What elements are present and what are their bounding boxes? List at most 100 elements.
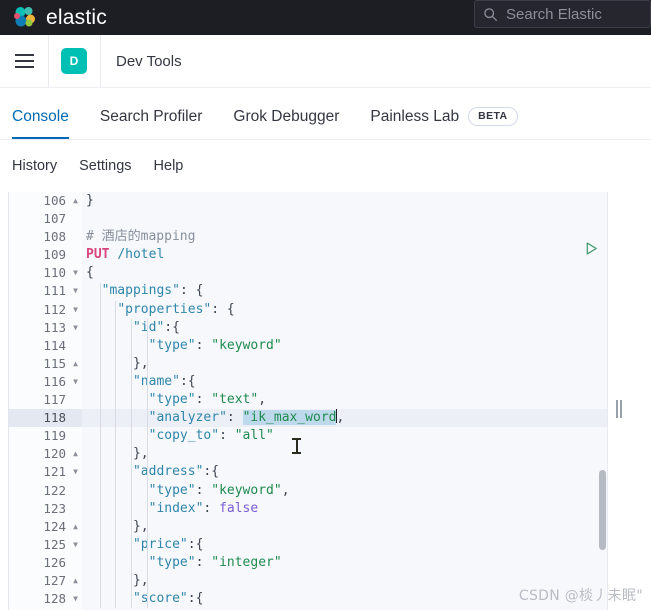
resize-bar xyxy=(619,400,622,418)
editor-line[interactable]: "type": "text", xyxy=(82,391,628,409)
editor-line[interactable]: }, xyxy=(82,445,628,463)
gutter-line-number[interactable]: 124 ▲ xyxy=(9,518,82,536)
gutter-line-number[interactable]: 113 ▼ xyxy=(9,319,82,337)
gutter-line-number[interactable]: 120 ▲ xyxy=(9,445,82,463)
fold-up-icon[interactable]: ▲ xyxy=(73,518,78,536)
hamburger-bar xyxy=(14,66,34,68)
tab-label: Console xyxy=(12,108,69,125)
divider xyxy=(100,35,101,87)
gutter-line-number[interactable]: 128 ▼ xyxy=(9,590,82,608)
gutter-line-number[interactable]: 123 xyxy=(9,500,82,518)
gutter-line-number[interactable]: 118 xyxy=(9,409,82,428)
indent-guide xyxy=(130,318,132,609)
app-bar: D Dev Tools xyxy=(0,35,651,88)
tab-console[interactable]: Console xyxy=(12,108,69,139)
pane-resize-handle[interactable] xyxy=(613,398,624,420)
fold-up-icon[interactable]: ▲ xyxy=(73,355,78,373)
tab-label: Search Profiler xyxy=(99,108,203,125)
fold-down-icon[interactable]: ▼ xyxy=(73,319,78,337)
beta-badge: BETA xyxy=(468,107,518,126)
indent-guide xyxy=(99,282,101,609)
global-header: elastic Search Elastic xyxy=(0,0,651,35)
fold-down-icon[interactable]: ▼ xyxy=(73,264,78,282)
gutter-line-number[interactable]: 108 xyxy=(9,228,82,246)
search-icon xyxy=(483,7,498,22)
editor-line[interactable]: # 酒店的mapping xyxy=(82,228,628,246)
editor-line[interactable]: "name":{ xyxy=(82,373,628,391)
divider xyxy=(48,35,49,87)
brand[interactable]: elastic xyxy=(12,5,107,30)
gutter-line-number[interactable]: 127 ▲ xyxy=(9,572,82,590)
gutter-line-number[interactable]: 116 ▼ xyxy=(9,373,82,391)
editor-line[interactable]: "type": "keyword", xyxy=(82,482,628,500)
gutter-line-number[interactable]: 112 ▼ xyxy=(9,301,82,319)
indent-guide xyxy=(146,318,148,609)
fold-down-icon[interactable]: ▼ xyxy=(73,282,78,300)
fold-down-icon[interactable]: ▼ xyxy=(73,536,78,554)
editor-line[interactable]: "properties": { xyxy=(82,301,628,319)
subnav-item-help[interactable]: Help xyxy=(154,158,184,174)
editor-line[interactable]: } xyxy=(82,192,628,210)
hamburger-bar xyxy=(14,60,34,62)
gutter-line-number[interactable]: 122 xyxy=(9,482,82,500)
editor-line[interactable]: "index": false xyxy=(82,500,628,518)
fold-down-icon[interactable]: ▼ xyxy=(73,373,78,391)
editor-line[interactable] xyxy=(82,210,628,228)
editor-gutter[interactable]: 106 ▲ 107 108 109 110 ▼ 111 ▼ 112 ▼ 113 ▼ 114 115 ▲ 116 ▼… xyxy=(9,192,82,610)
console-editor: 106 ▲ 107 108 109 110 ▼ 111 ▼ 112 ▼ 113 ▼ 114 115 ▲ 116 ▼… xyxy=(0,192,651,610)
vertical-scrollbar-thumb[interactable] xyxy=(599,470,606,550)
editor-line[interactable]: "copy_to": "all" xyxy=(82,427,628,445)
editor-code-area[interactable]: } # 酒店的mapping PUT /hotel{ "mappings": { "… xyxy=(82,192,628,610)
primary-tabs: Console Search Profiler Grok Debugger Pa… xyxy=(0,88,651,140)
brand-name: elastic xyxy=(46,5,107,29)
gutter-line-number[interactable]: 121 ▼ xyxy=(9,463,82,481)
editor-line[interactable]: "id":{ xyxy=(82,319,628,337)
gutter-line-number[interactable]: 111 ▼ xyxy=(9,282,82,300)
tab-grok-debugger[interactable]: Grok Debugger xyxy=(233,108,339,139)
elastic-logo-icon xyxy=(12,5,37,30)
gutter-line-number[interactable]: 107 xyxy=(9,210,82,228)
editor-line[interactable]: "type": "keyword" xyxy=(82,337,628,355)
breadcrumb[interactable]: Dev Tools xyxy=(116,53,182,70)
editor-line[interactable]: "mappings": { xyxy=(82,282,628,300)
gutter-line-number[interactable]: 114 xyxy=(9,337,82,355)
gutter-line-number[interactable]: 117 xyxy=(9,391,82,409)
editor-line[interactable]: }, xyxy=(82,355,628,373)
editor-line[interactable]: { xyxy=(82,264,628,282)
gutter-line-number[interactable]: 126 xyxy=(9,554,82,572)
hamburger-menu-icon[interactable] xyxy=(7,44,41,78)
editor-line[interactable]: "address":{ xyxy=(82,463,628,481)
tab-search-profiler[interactable]: Search Profiler xyxy=(100,108,203,139)
tab-label: Painless Lab xyxy=(370,108,460,125)
tab-painless-lab[interactable]: Painless Lab BETA xyxy=(370,107,518,139)
search-placeholder: Search Elastic xyxy=(506,5,602,23)
gutter-line-number[interactable]: 106 ▲ xyxy=(9,192,82,210)
gutter-line-number[interactable]: 110 ▼ xyxy=(9,264,82,282)
gutter-line-number[interactable]: 115 ▲ xyxy=(9,355,82,373)
fold-down-icon[interactable]: ▼ xyxy=(73,463,78,481)
editor-line[interactable]: "type": "integer" xyxy=(82,554,628,572)
hamburger-bar xyxy=(14,54,34,56)
fold-down-icon[interactable]: ▼ xyxy=(73,301,78,319)
subnav-item-history[interactable]: History xyxy=(12,158,57,174)
editor-line[interactable]: }, xyxy=(82,518,628,536)
resize-bar xyxy=(615,400,618,418)
fold-up-icon[interactable]: ▲ xyxy=(73,445,78,463)
subnav-item-settings[interactable]: Settings xyxy=(79,158,131,174)
global-search-box[interactable]: Search Elastic xyxy=(474,0,651,28)
editor-line[interactable]: PUT /hotel xyxy=(82,246,628,264)
gutter-line-number[interactable]: 119 xyxy=(9,427,82,445)
request-editor-pane[interactable]: 106 ▲ 107 108 109 110 ▼ 111 ▼ 112 ▼ 113 ▼ 114 115 ▲ 116 ▼… xyxy=(8,192,628,610)
gutter-line-number[interactable]: 109 xyxy=(9,246,82,264)
editor-line[interactable]: "price":{ xyxy=(82,536,628,554)
avatar[interactable]: D xyxy=(61,48,87,74)
tab-label: Grok Debugger xyxy=(233,108,340,125)
editor-line[interactable]: "analyzer": "ik_max_word, xyxy=(82,409,628,428)
gutter-line-number[interactable]: 125 ▼ xyxy=(9,536,82,554)
console-subnav: History Settings Help xyxy=(0,140,651,192)
fold-up-icon[interactable]: ▲ xyxy=(73,572,78,590)
indent-guide xyxy=(115,300,117,609)
watermark: CSDN @棪丿未眠" xyxy=(518,588,643,604)
fold-up-icon[interactable]: ▲ xyxy=(73,192,78,210)
fold-down-icon[interactable]: ▼ xyxy=(73,590,78,608)
